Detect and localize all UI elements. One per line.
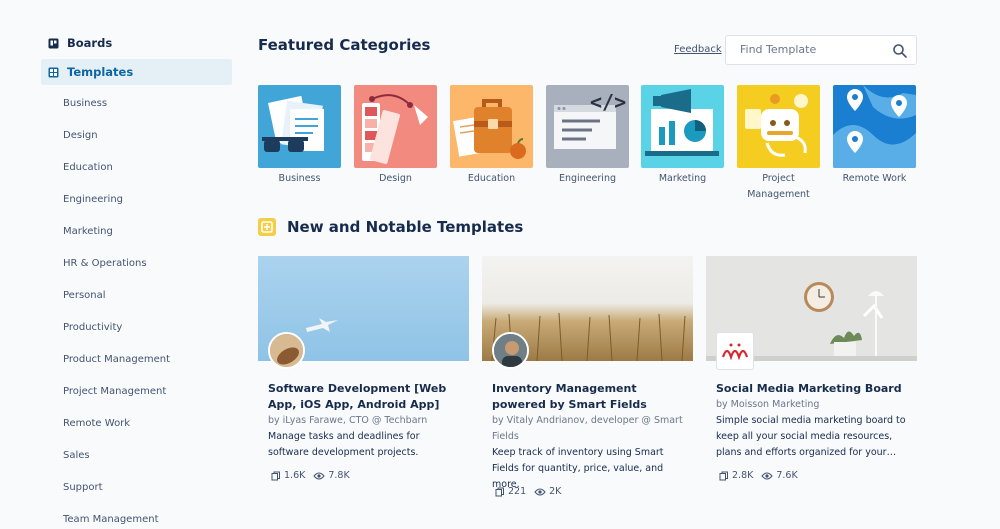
sidebar-item-hr-operations[interactable]: HR & Operations [63,258,147,269]
copy-icon [495,487,504,496]
copy-count: 1.6K [284,470,306,481]
category-label: Design [379,173,412,184]
card-stats: 2.8K 7.6K [719,470,806,481]
template-card[interactable]: Software Development [Web App, iOS App, … [258,256,469,481]
category-label: Business [278,173,321,184]
sidebar-item-project-management[interactable]: Project Management [63,386,166,397]
template-card[interactable]: Inventory Management powered by Smart Fi… [482,256,693,497]
card-stats: 221 2K [495,486,569,497]
copy-icon [719,471,728,480]
sidebar-item-support[interactable]: Support [63,482,103,493]
sidebar-item-design[interactable]: Design [63,130,98,141]
category-marketing[interactable]: Marketing [641,85,724,187]
copy-count: 221 [508,486,527,497]
eye-icon [761,472,773,479]
author-logo [716,332,754,370]
sidebar: Boards Templates Business Design Educati… [0,0,240,529]
category-label: Project Management [747,173,810,200]
marketing-illustration [641,85,724,168]
card-author: by Vitaly Andrianov, developer @ Smart F… [492,415,683,442]
sidebar-item-team-management[interactable]: Team Management [63,514,158,525]
category-label: Remote Work [842,173,907,184]
design-illustration [354,85,437,168]
sidebar-item-engineering[interactable]: Engineering [63,194,123,205]
notable-badge-icon [258,218,276,236]
business-illustration [258,85,341,168]
sidebar-item-marketing[interactable]: Marketing [63,226,113,237]
category-business[interactable]: Business [258,85,341,187]
category-project-management[interactable]: Project Management [737,85,820,203]
feedback-link[interactable]: Feedback [674,44,722,55]
sidebar-item-remote-work[interactable]: Remote Work [63,418,130,429]
category-label: Marketing [658,173,707,184]
category-design[interactable]: Design [354,85,437,187]
template-card[interactable]: Social Media Marketing Board by Moisson … [706,256,917,481]
card-title[interactable]: Software Development [Web App, iOS App, … [268,381,459,413]
category-engineering[interactable]: </> Engineering [546,85,629,187]
card-description: Simple social media marketing board to k… [716,415,906,458]
copy-icon [271,471,280,480]
eye-icon [313,472,325,479]
sidebar-item-productivity[interactable]: Productivity [63,322,122,333]
card-description: Manage tasks and deadlines for software … [268,431,420,458]
sidebar-item-education[interactable]: Education [63,162,113,173]
search-box [725,35,917,65]
sidebar-item-business[interactable]: Business [63,98,107,109]
sidebar-templates-label: Templates [67,65,134,79]
view-count: 7.6K [776,470,798,481]
template-icon [48,67,59,78]
remote-work-illustration [833,85,916,168]
category-remote-work[interactable]: Remote Work [833,85,916,187]
category-education[interactable]: Education [450,85,533,187]
svg-text:</>: </> [590,90,626,114]
notable-title: New and Notable Templates [287,218,524,236]
sidebar-item-sales[interactable]: Sales [63,450,90,461]
view-count: 2K [549,486,562,497]
project-management-illustration [737,85,820,168]
card-stats: 1.6K 7.8K [271,470,358,481]
card-title[interactable]: Social Media Marketing Board [716,381,907,397]
author-avatar [268,332,305,369]
card-author: by iLyas Farawe, CTO @ Techbarn [268,415,428,426]
sidebar-item-personal[interactable]: Personal [63,290,106,301]
category-label: Education [467,173,516,184]
category-label: Engineering [559,173,616,184]
card-title[interactable]: Inventory Management powered by Smart Fi… [492,381,683,413]
author-avatar [492,332,529,369]
board-icon [48,38,59,49]
engineering-illustration: </> [546,85,629,168]
sidebar-templates[interactable]: Templates [41,59,232,85]
search-input[interactable] [740,43,890,56]
sidebar-boards-label: Boards [67,36,113,50]
search-icon[interactable] [892,43,908,59]
view-count: 7.8K [328,470,350,481]
eye-icon [534,488,546,495]
education-illustration [450,85,533,168]
copy-count: 2.8K [732,470,754,481]
card-author: by Moisson Marketing [716,399,820,410]
page-title: Featured Categories [258,36,431,54]
sidebar-item-product-management[interactable]: Product Management [63,354,170,365]
sidebar-boards[interactable]: Boards [41,30,232,56]
